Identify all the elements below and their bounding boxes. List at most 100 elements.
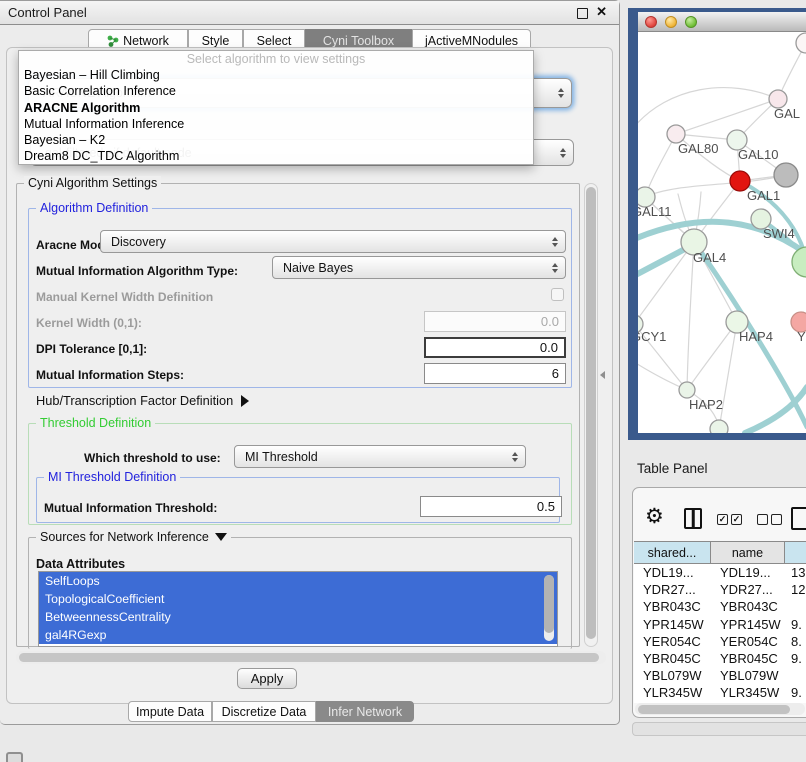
column-header-name[interactable]: name bbox=[711, 542, 785, 563]
data-attributes-label: Data Attributes bbox=[36, 557, 125, 571]
network-edge[interactable] bbox=[638, 242, 694, 324]
table-row[interactable]: YER054C YER054C 8. bbox=[634, 633, 806, 650]
table-row[interactable]: YPR145W YPR145W 9. bbox=[634, 616, 806, 633]
split-columns-icon[interactable] bbox=[684, 508, 702, 529]
network-node[interactable] bbox=[792, 247, 806, 277]
node-label: HAP2 bbox=[689, 397, 723, 412]
checkbox-checked-icon[interactable]: ✓ bbox=[717, 514, 728, 525]
tab-discretize-data[interactable]: Discretize Data bbox=[212, 701, 316, 722]
combo-arrows-icon bbox=[552, 237, 558, 247]
settings-vscroll-thumb[interactable] bbox=[586, 187, 596, 639]
table-row[interactable]: YBL079W YBL079W bbox=[634, 667, 806, 684]
document-icon[interactable] bbox=[791, 507, 806, 530]
node-label: GAL80 bbox=[678, 141, 718, 156]
dropdown-item[interactable]: Bayesian – K2 bbox=[19, 132, 533, 148]
network-node[interactable] bbox=[710, 420, 728, 433]
network-edge[interactable] bbox=[719, 322, 737, 429]
mi-type-label: Mutual Information Algorithm Type: bbox=[36, 264, 238, 278]
combo-arrows-icon bbox=[552, 263, 558, 273]
table-row[interactable]: YBR043C YBR043C bbox=[634, 598, 806, 615]
mi-type-value: Naive Bayes bbox=[283, 261, 353, 275]
tab-impute-data[interactable]: Impute Data bbox=[128, 701, 212, 722]
which-threshold-combo[interactable]: MI Threshold bbox=[234, 445, 526, 468]
aracne-mode-combo[interactable]: Discovery bbox=[100, 230, 566, 253]
column-header-partial[interactable] bbox=[785, 542, 806, 563]
apply-button[interactable]: Apply bbox=[237, 668, 297, 689]
network-canvas[interactable]: GALGAL80GAL10GAL1GAL11SWI4GAL4GCY1HAP4YH… bbox=[638, 32, 806, 433]
tab-label: Infer Network bbox=[328, 705, 402, 719]
cell-shared-name: YLR345W bbox=[634, 684, 711, 701]
manual-kernel-checkbox[interactable] bbox=[551, 288, 564, 301]
network-view-window: GALGAL80GAL10GAL1GAL11SWI4GAL4GCY1HAP4YH… bbox=[628, 8, 806, 440]
zoom-traffic-light-icon[interactable] bbox=[685, 16, 697, 28]
settings-vertical-scrollbar[interactable] bbox=[584, 183, 598, 647]
minimized-panel-icon[interactable] bbox=[6, 752, 23, 762]
column-header-shared-name[interactable]: shared... bbox=[634, 542, 711, 563]
control-panel-titlebar: Control Panel ✕ bbox=[0, 1, 619, 25]
settings-horizontal-scrollbar[interactable] bbox=[16, 651, 606, 664]
cell-value: 12 bbox=[785, 581, 806, 598]
tab-infer-network[interactable]: Infer Network bbox=[316, 701, 414, 722]
mi-type-combo[interactable]: Naive Bayes bbox=[272, 256, 566, 279]
which-threshold-label: Which threshold to use: bbox=[84, 451, 221, 465]
dpi-tolerance-field[interactable]: 0.0 bbox=[424, 337, 566, 358]
table-row[interactable]: YLR345W YLR345W 9. bbox=[634, 684, 806, 701]
dropdown-item-list: Bayesian – Hill ClimbingBasic Correlatio… bbox=[19, 67, 533, 165]
tab-label: jActiveMNodules bbox=[425, 34, 518, 48]
cell-shared-name: YBR043C bbox=[634, 598, 711, 615]
mi-steps-field[interactable]: 6 bbox=[424, 363, 566, 384]
settings-hscroll-thumb[interactable] bbox=[19, 653, 599, 662]
table-row[interactable]: YDL19... YDL19... 13 bbox=[634, 564, 806, 581]
network-node[interactable] bbox=[679, 382, 695, 398]
cell-shared-name: YPR145W bbox=[634, 616, 711, 633]
attribute-item[interactable]: BetweennessCentrality bbox=[39, 608, 557, 626]
tab-label: Discretize Data bbox=[222, 705, 307, 719]
kernel-width-field[interactable]: 0.0 bbox=[424, 311, 566, 332]
cell-name: YPR145W bbox=[711, 616, 785, 633]
tab-label: Style bbox=[202, 34, 230, 48]
dropdown-item[interactable]: Dream8 DC_TDC Algorithm bbox=[19, 148, 533, 164]
attribute-item[interactable]: TopologicalCoefficient bbox=[39, 590, 557, 608]
table-horizontal-scrollbar[interactable] bbox=[635, 703, 805, 715]
attribute-item[interactable]: gal4RGexp bbox=[39, 626, 557, 644]
dropdown-item[interactable]: Mutual Information Inference bbox=[19, 116, 533, 132]
table-header-row: shared... name bbox=[634, 541, 806, 564]
list-scrollbar[interactable] bbox=[544, 575, 554, 641]
aracne-mode-value: Discovery bbox=[111, 235, 166, 249]
checkbox-unchecked-icon[interactable] bbox=[771, 514, 782, 525]
table-hscroll-thumb[interactable] bbox=[638, 705, 790, 714]
checkbox-unchecked-icon[interactable] bbox=[757, 514, 768, 525]
network-window-titlebar[interactable] bbox=[638, 12, 806, 32]
minimize-traffic-light-icon[interactable] bbox=[665, 16, 677, 28]
hub-definition-toggle[interactable]: Hub/Transcription Factor Definition bbox=[36, 393, 249, 408]
cell-shared-name: YBR045C bbox=[634, 650, 711, 667]
dropdown-item[interactable]: Bayesian – Hill Climbing bbox=[19, 67, 533, 83]
network-edge[interactable] bbox=[638, 88, 778, 127]
dropdown-item[interactable]: Basic Correlation Inference bbox=[19, 83, 533, 99]
mi-threshold-field[interactable]: 0.5 bbox=[420, 496, 562, 517]
close-traffic-light-icon[interactable] bbox=[645, 16, 657, 28]
tab-label: Select bbox=[257, 34, 292, 48]
node-label: GAL1 bbox=[747, 188, 780, 203]
split-pane-collapse-icon[interactable] bbox=[600, 371, 605, 379]
dropdown-item[interactable]: ARACNE Algorithm bbox=[19, 100, 533, 116]
hub-definition-label: Hub/Transcription Factor Definition bbox=[36, 393, 233, 408]
table-row[interactable]: YBR045C YBR045C 9. bbox=[634, 650, 806, 667]
table-panel-window: ⚙ ✓ ✓ shared... name YDL19... YDL19... 1… bbox=[632, 487, 806, 718]
cell-value: 13 bbox=[785, 564, 806, 581]
close-icon[interactable]: ✕ bbox=[596, 4, 607, 20]
table-body: YDL19... YDL19... 13 YDR27... YDR27... 1… bbox=[634, 564, 806, 703]
sources-group-toggle[interactable]: Sources for Network Inference bbox=[36, 530, 231, 544]
table-row[interactable]: YDR27... YDR27... 12 bbox=[634, 581, 806, 598]
network-node[interactable] bbox=[774, 163, 798, 187]
network-node[interactable] bbox=[796, 33, 806, 53]
table-panel-footer bbox=[632, 722, 806, 736]
network-edge[interactable] bbox=[676, 99, 778, 134]
list-scrollbar-thumb[interactable] bbox=[544, 575, 554, 633]
network-graph: GALGAL80GAL10GAL1GAL11SWI4GAL4GCY1HAP4YH… bbox=[638, 32, 806, 433]
float-window-icon[interactable] bbox=[577, 8, 588, 19]
checkbox-checked-icon[interactable]: ✓ bbox=[731, 514, 742, 525]
attribute-item[interactable]: SelfLoops bbox=[39, 572, 557, 590]
network-edge[interactable] bbox=[687, 322, 737, 390]
table-settings-gear-icon[interactable]: ⚙ bbox=[645, 506, 664, 527]
